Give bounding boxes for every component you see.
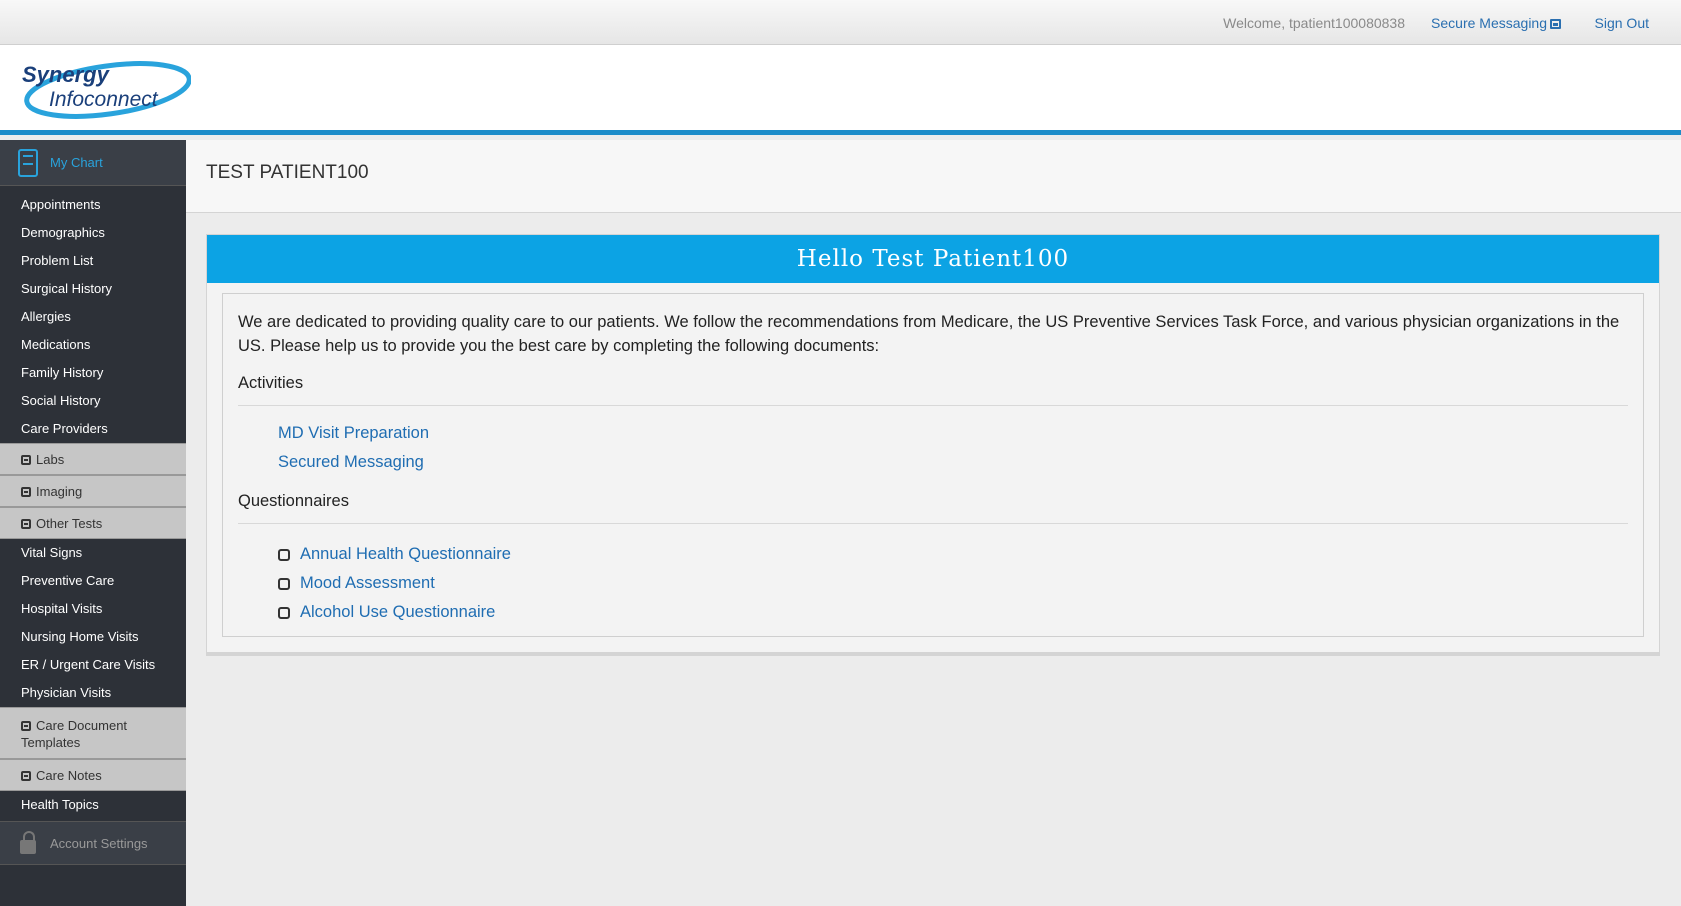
- checkbox[interactable]: [278, 548, 290, 561]
- sidebar-item-care-providers[interactable]: Care Providers: [0, 415, 186, 443]
- patient-name: TEST PATIENT100: [186, 140, 1681, 213]
- inbox-icon: [1550, 19, 1561, 29]
- mood-assessment-link[interactable]: Mood Assessment: [300, 574, 435, 593]
- sidebar-item-account-settings[interactable]: Account Settings: [0, 821, 186, 865]
- lock-icon: [20, 831, 36, 854]
- main-content: TEST PATIENT100 Hello Test Patient100 We…: [186, 140, 1681, 906]
- collapse-icon: [21, 721, 31, 731]
- list-item: Alcohol Use Questionnaire: [278, 598, 1628, 627]
- intro-text: We are dedicated to providing quality ca…: [238, 313, 1620, 355]
- list-item: Mood Assessment: [278, 569, 1628, 598]
- secure-messaging-link[interactable]: Secure Messaging: [1431, 15, 1561, 31]
- sidebar-item-physician-visits[interactable]: Physician Visits: [0, 679, 186, 707]
- sidebar-section-imaging[interactable]: Imaging: [0, 475, 186, 507]
- activities-list: MD Visit Preparation Secured Messaging: [238, 406, 1628, 484]
- secure-messaging-label: Secure Messaging: [1431, 15, 1547, 31]
- collapse-icon: [21, 519, 31, 529]
- synergy-infoconnect-logo[interactable]: Synergy Infoconnect: [16, 57, 191, 119]
- sidebar-item-health-topics[interactable]: Health Topics: [0, 791, 186, 819]
- sidebar-section-labs[interactable]: Labs: [0, 443, 186, 475]
- sidebar-item-my-chart[interactable]: My Chart: [0, 140, 186, 186]
- logo-infoconnect: Infoconnect: [49, 88, 159, 111]
- checkbox[interactable]: [278, 577, 290, 590]
- sidebar-item-nursing-home-visits[interactable]: Nursing Home Visits: [0, 623, 186, 651]
- sidebar-item-er-urgent-care-visits[interactable]: ER / Urgent Care Visits: [0, 651, 186, 679]
- care-notes-label: Care Notes: [36, 768, 102, 783]
- list-item: Annual Health Questionnaire: [278, 540, 1628, 569]
- sidebar-item-vital-signs[interactable]: Vital Signs: [0, 539, 186, 567]
- sidebar-item-hospital-visits[interactable]: Hospital Visits: [0, 595, 186, 623]
- sidebar-item-social-history[interactable]: Social History: [0, 387, 186, 415]
- my-chart-label: My Chart: [50, 155, 103, 170]
- labs-label: Labs: [36, 452, 65, 467]
- md-visit-preparation-link[interactable]: MD Visit Preparation: [278, 422, 1628, 451]
- sidebar-section-other-tests[interactable]: Other Tests: [0, 507, 186, 539]
- questionnaires-list: Annual Health Questionnaire Mood Assessm…: [238, 524, 1628, 631]
- sidebar-item-preventive-care[interactable]: Preventive Care: [0, 567, 186, 595]
- card-body: We are dedicated to providing quality ca…: [222, 293, 1644, 637]
- secured-messaging-link[interactable]: Secured Messaging: [278, 451, 1628, 480]
- sidebar: My Chart Appointments Demographics Probl…: [0, 140, 186, 906]
- sidebar-section-care-notes[interactable]: Care Notes: [0, 759, 186, 791]
- questionnaires-title: Questionnaires: [238, 492, 1628, 524]
- sidebar-item-problem-list[interactable]: Problem List: [0, 247, 186, 275]
- collapse-icon: [21, 487, 31, 497]
- sidebar-item-demographics[interactable]: Demographics: [0, 219, 186, 247]
- sidebar-item-allergies[interactable]: Allergies: [0, 303, 186, 331]
- welcome-text: Welcome, tpatient100080838: [1223, 15, 1405, 31]
- sign-out-link[interactable]: Sign Out: [1595, 15, 1649, 31]
- top-bar: Welcome, tpatient100080838 Secure Messag…: [0, 0, 1681, 45]
- activities-title: Activities: [238, 374, 1628, 406]
- logo-synergy: Synergy: [22, 62, 111, 87]
- sidebar-item-family-history[interactable]: Family History: [0, 359, 186, 387]
- collapse-icon: [21, 455, 31, 465]
- alcohol-use-questionnaire-link[interactable]: Alcohol Use Questionnaire: [300, 603, 495, 622]
- sidebar-item-appointments[interactable]: Appointments: [0, 191, 186, 219]
- sidebar-item-medications[interactable]: Medications: [0, 331, 186, 359]
- medical-chart-icon: [18, 148, 38, 177]
- account-settings-label: Account Settings: [50, 835, 148, 851]
- logo-bar: Synergy Infoconnect: [0, 45, 1681, 135]
- collapse-icon: [21, 771, 31, 781]
- welcome-card: Hello Test Patient100 We are dedicated t…: [206, 234, 1660, 656]
- sidebar-section-care-document-templates[interactable]: Care Document Templates: [0, 707, 186, 759]
- annual-health-questionnaire-link[interactable]: Annual Health Questionnaire: [300, 545, 511, 564]
- greeting-header: Hello Test Patient100: [207, 235, 1659, 283]
- templates-label: Templates: [21, 735, 81, 750]
- checkbox[interactable]: [278, 606, 290, 619]
- other-tests-label: Other Tests: [36, 516, 103, 531]
- care-document-label: Care Document: [36, 718, 128, 733]
- imaging-label: Imaging: [36, 484, 83, 499]
- sidebar-item-surgical-history[interactable]: Surgical History: [0, 275, 186, 303]
